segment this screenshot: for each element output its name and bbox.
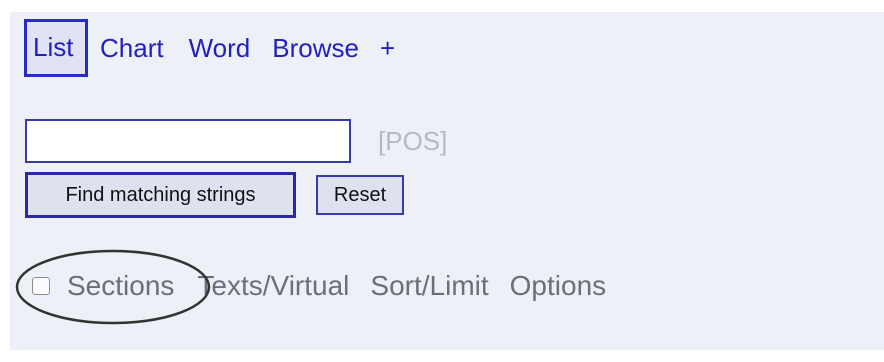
find-matching-strings-button[interactable]: Find matching strings	[25, 172, 296, 218]
pos-label[interactable]: [POS]	[378, 126, 447, 157]
tab-list[interactable]: List	[24, 19, 88, 77]
tab-chart[interactable]: Chart	[100, 33, 164, 63]
tab-browse[interactable]: Browse	[272, 33, 359, 63]
search-input[interactable]	[25, 119, 351, 163]
options-link[interactable]: Options	[510, 270, 607, 302]
tab-word[interactable]: Word	[189, 33, 251, 63]
sort-limit-link[interactable]: Sort/Limit	[370, 270, 488, 302]
highlight-ellipse-shape	[15, 249, 211, 325]
tab-bar: List Chart Word Browse +	[24, 19, 395, 77]
reset-button[interactable]: Reset	[316, 175, 404, 215]
highlight-ellipse	[15, 249, 211, 325]
tab-add[interactable]: +	[380, 33, 395, 63]
